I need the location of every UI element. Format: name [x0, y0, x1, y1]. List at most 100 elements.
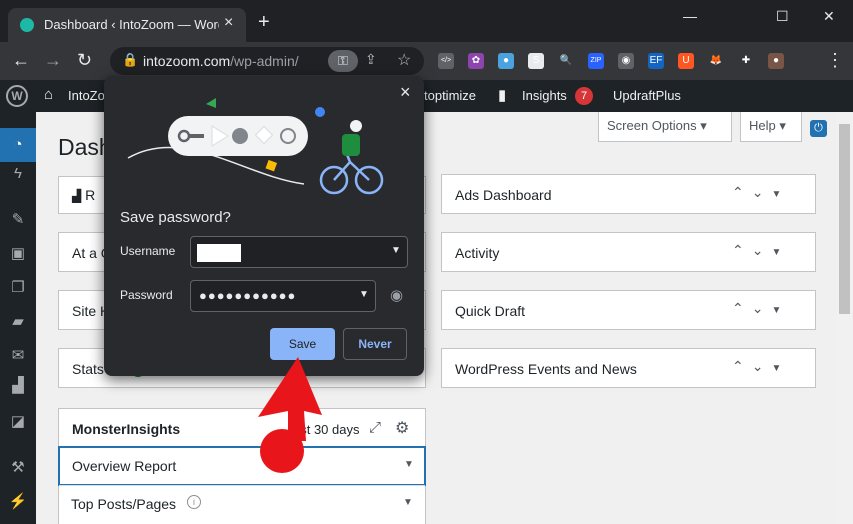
sidebar-item-dashboard[interactable]: ◔: [0, 128, 36, 162]
site-favicon-icon: [20, 18, 34, 32]
u-ext-icon[interactable]: U: [678, 53, 694, 69]
ads-dashboard-postbox[interactable]: Ads Dashboard ⌃⌄▼: [441, 174, 816, 214]
sidebar-comments-icon[interactable]: ▰: [8, 312, 28, 332]
events-news-postbox[interactable]: WordPress Events and News ⌃⌄▼: [441, 348, 816, 388]
reload-button[interactable]: ↻: [77, 50, 92, 70]
show-password-eye-icon[interactable]: ◉: [390, 286, 403, 304]
blue-ext-icon[interactable]: ●: [498, 53, 514, 69]
never-button[interactable]: Never: [343, 328, 407, 360]
dashboard-gauge-icon: ◔: [13, 136, 23, 153]
tab-close-icon[interactable]: ×: [224, 14, 233, 32]
help-button[interactable]: Help ▾: [740, 112, 802, 142]
maximize-button[interactable]: ☐: [776, 8, 789, 25]
extensions-puzzle-icon[interactable]: ✚: [738, 53, 754, 69]
sidebar-hammer-icon[interactable]: ⚒: [8, 458, 28, 478]
insights-count-badge: 7: [575, 87, 593, 105]
dialog-title: Save password?: [120, 209, 231, 226]
sidebar-media-icon[interactable]: ▣: [8, 244, 28, 264]
postbox-move-controls[interactable]: ⌃⌄▼: [732, 358, 789, 375]
settings-gear-icon[interactable]: ⚙: [395, 418, 409, 438]
close-window-button[interactable]: ✕: [823, 8, 835, 25]
overview-report-label: Overview Report: [72, 458, 177, 474]
red-pointer-arrow: [258, 357, 322, 473]
new-tab-button[interactable]: +: [258, 12, 270, 32]
username-field[interactable]: ▼: [190, 236, 408, 268]
postbox-move-controls[interactable]: ⌃⌄▼: [732, 242, 789, 259]
postbox-move-controls[interactable]: ⌃⌄▼: [732, 184, 789, 201]
sidebar-mail-icon[interactable]: ✉: [8, 346, 28, 366]
zip-ext-icon[interactable]: ZIP: [588, 53, 604, 69]
info-icon[interactable]: i: [187, 495, 201, 509]
monsterinsights-widget: MonsterInsights ast 30 days ⤢ ⚙ Overview…: [58, 408, 426, 524]
insights-bars-icon: ▮: [498, 87, 507, 104]
postbox-title: Ads Dashboard: [455, 187, 552, 203]
sidebar-pin-icon[interactable]: ✎: [8, 210, 28, 230]
back-button[interactable]: ←: [12, 50, 30, 70]
postbox-move-controls[interactable]: ⌃⌄▼: [732, 300, 789, 317]
postbox-title: ▟ R: [72, 187, 95, 203]
extensions-area: </> ✿ ● S 🔍 ZIP ◉ EF U 🦊 ✚ ●: [438, 42, 853, 80]
postbox-title: Activity: [455, 245, 500, 261]
postbox-title: Stats: [72, 361, 104, 377]
site-name-link[interactable]: IntoZo: [68, 88, 105, 103]
autoptimize-link[interactable]: toptimize: [424, 88, 476, 103]
insights-link[interactable]: Insights: [522, 88, 567, 103]
page-scrollbar[interactable]: [836, 112, 853, 524]
scrollbar-thumb[interactable]: [839, 124, 850, 314]
circle-ext-icon[interactable]: ◉: [618, 53, 634, 69]
overview-report-dropdown[interactable]: Overview Report ▼: [59, 447, 425, 485]
quick-draft-postbox[interactable]: Quick Draft ⌃⌄▼: [441, 290, 816, 330]
screen-options-button[interactable]: Screen Options ▾: [598, 112, 732, 142]
password-value: ●●●●●●●●●●●: [199, 288, 297, 303]
profile-avatar-icon[interactable]: ●: [768, 53, 784, 69]
code-ext-icon[interactable]: </>: [438, 53, 454, 69]
minimize-button[interactable]: —: [683, 8, 697, 24]
dropdown-caret-icon: ▼: [359, 289, 369, 300]
share-icon[interactable]: ⇪: [365, 51, 377, 68]
save-password-illustration: [127, 98, 384, 195]
sidebar-layout-icon[interactable]: ◪: [8, 412, 28, 432]
top-posts-dropdown[interactable]: Top Posts/Pages i ▼: [59, 485, 425, 523]
browser-menu-icon[interactable]: ⋮: [826, 50, 844, 71]
forward-button[interactable]: →: [44, 50, 62, 70]
postbox-title: WordPress Events and News: [455, 361, 637, 377]
sidebar-stats-icon[interactable]: ▟: [8, 376, 28, 396]
sidebar-plugin-icon[interactable]: ⚡: [8, 492, 28, 512]
dropdown-caret-icon: ▼: [391, 245, 401, 256]
ef-ext-icon[interactable]: EF: [648, 53, 664, 69]
wp-sidebar: ◔ ϟ ✎ ▣ ❐ ▰ ✉ ▟ ◪ ⚒ ⚡: [0, 112, 36, 524]
sidebar-jetpack-icon[interactable]: ϟ: [8, 164, 28, 184]
chevron-down-icon: ▼: [403, 497, 413, 508]
power-icon[interactable]: ⏻: [810, 120, 827, 137]
url-host: intozoom.com: [143, 53, 231, 69]
username-label: Username: [120, 244, 176, 258]
postbox-title-text: R: [85, 187, 96, 203]
address-bar[interactable]: 🔒 intozoom.com/wp-admin/ ⚿ ⇪ ☆: [110, 47, 424, 75]
save-password-dialog: × Save password? Username ▼ Password ●●●…: [104, 76, 424, 376]
magnifier-ext-icon[interactable]: 🔍: [558, 53, 574, 69]
lock-icon[interactable]: 🔒: [122, 52, 138, 68]
postbox-title: Quick Draft: [455, 303, 526, 319]
monsterinsights-title: MonsterInsights: [72, 421, 181, 437]
url-path: /wp-admin/: [230, 53, 299, 69]
bookmark-star-icon[interactable]: ☆: [397, 50, 411, 70]
password-field[interactable]: ●●●●●●●●●●● ▼: [190, 280, 376, 312]
fox-ext-icon[interactable]: 🦊: [708, 53, 724, 69]
top-posts-label: Top Posts/Pages: [71, 496, 177, 512]
url-text: intozoom.com/wp-admin/: [143, 53, 299, 69]
puzzle-purple-ext-icon[interactable]: ✿: [468, 53, 484, 69]
username-value: [197, 244, 241, 262]
home-icon[interactable]: ⌂: [44, 86, 53, 103]
s-ext-icon[interactable]: S: [528, 53, 544, 69]
browser-toolbar: ← → ↻ 🔒 intozoom.com/wp-admin/ ⚿ ⇪ ☆ </>…: [0, 42, 853, 80]
password-key-icon[interactable]: ⚿: [328, 50, 358, 72]
wordpress-logo-icon[interactable]: W: [6, 85, 28, 107]
browser-tab[interactable]: Dashboard ‹ IntoZoom — WordP ×: [8, 8, 246, 42]
chevron-down-icon: ▼: [404, 459, 414, 470]
expand-icon[interactable]: ⤢: [369, 419, 381, 436]
sidebar-pages-icon[interactable]: ❐: [8, 278, 28, 298]
password-label: Password: [120, 288, 173, 302]
close-icon[interactable]: ×: [400, 82, 411, 103]
updraftplus-link[interactable]: UpdraftPlus: [613, 88, 681, 103]
activity-postbox[interactable]: Activity ⌃⌄▼: [441, 232, 816, 272]
